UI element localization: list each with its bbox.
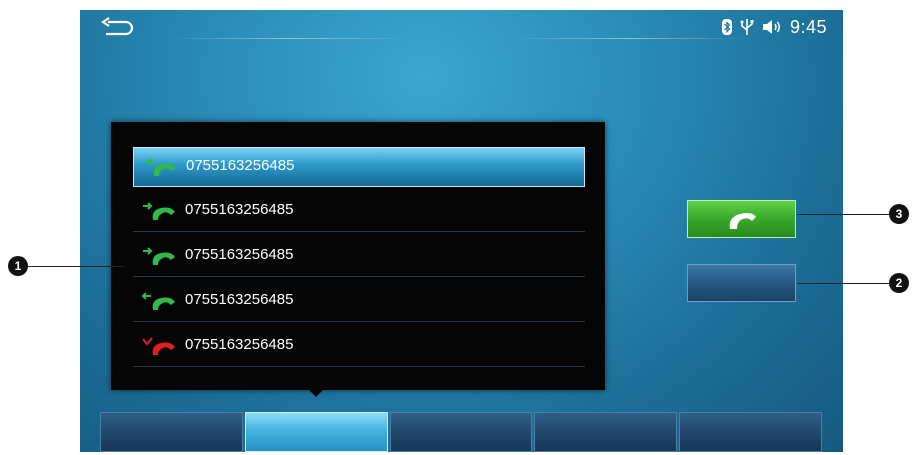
callout-line bbox=[797, 214, 893, 215]
phone-handset-icon bbox=[729, 213, 756, 229]
phone-number: 0755163256485 bbox=[185, 336, 294, 353]
status-bar: 9:45 bbox=[721, 16, 827, 38]
call-log-row[interactable]: 0755163256485 bbox=[133, 282, 585, 322]
callout-marker: 1 bbox=[8, 256, 28, 276]
missed-call-icon bbox=[142, 337, 175, 355]
callout-marker: 3 bbox=[889, 204, 909, 224]
decor-streak bbox=[510, 38, 750, 39]
volume-icon bbox=[762, 20, 780, 34]
tab-3[interactable] bbox=[389, 412, 533, 452]
usb-icon bbox=[740, 19, 754, 35]
outgoing-call-icon bbox=[143, 247, 175, 265]
tab-4[interactable] bbox=[534, 412, 678, 452]
back-arrow-icon bbox=[101, 17, 134, 36]
tab-1[interactable] bbox=[100, 412, 243, 452]
callout-marker: 2 bbox=[889, 273, 909, 293]
call-log-row[interactable]: 0755163256485 bbox=[133, 147, 585, 187]
call-log-panel: 0755163256485 0755163256485 075516325648… bbox=[111, 122, 605, 390]
tab-5[interactable] bbox=[679, 412, 822, 452]
clock: 9:45 bbox=[789, 16, 827, 37]
phone-number: 0755163256485 bbox=[185, 246, 294, 263]
callout-line bbox=[797, 283, 893, 284]
head-unit-screen: 9:45 0755163256485 0755163256485 0755163… bbox=[80, 10, 843, 452]
tab-2[interactable] bbox=[244, 412, 388, 452]
phone-number: 0755163256485 bbox=[186, 157, 295, 174]
decor-streak bbox=[170, 38, 410, 39]
panel-pointer bbox=[308, 389, 324, 397]
bottom-tab-bar bbox=[100, 412, 822, 452]
phone-number: 0755163256485 bbox=[185, 201, 294, 218]
back-button[interactable] bbox=[100, 16, 136, 38]
outgoing-call-icon bbox=[144, 158, 176, 176]
call-log-row[interactable]: 0755163256485 bbox=[133, 237, 585, 277]
call-log-row[interactable]: 0755163256485 bbox=[133, 327, 585, 367]
callout-line bbox=[28, 266, 124, 267]
outgoing-call-icon bbox=[143, 202, 175, 220]
secondary-button[interactable] bbox=[687, 264, 796, 302]
incoming-call-icon bbox=[141, 292, 175, 310]
call-button[interactable] bbox=[687, 200, 796, 238]
call-log-row[interactable]: 0755163256485 bbox=[133, 192, 585, 232]
phone-number: 0755163256485 bbox=[185, 291, 294, 308]
bluetooth-icon bbox=[721, 19, 732, 35]
